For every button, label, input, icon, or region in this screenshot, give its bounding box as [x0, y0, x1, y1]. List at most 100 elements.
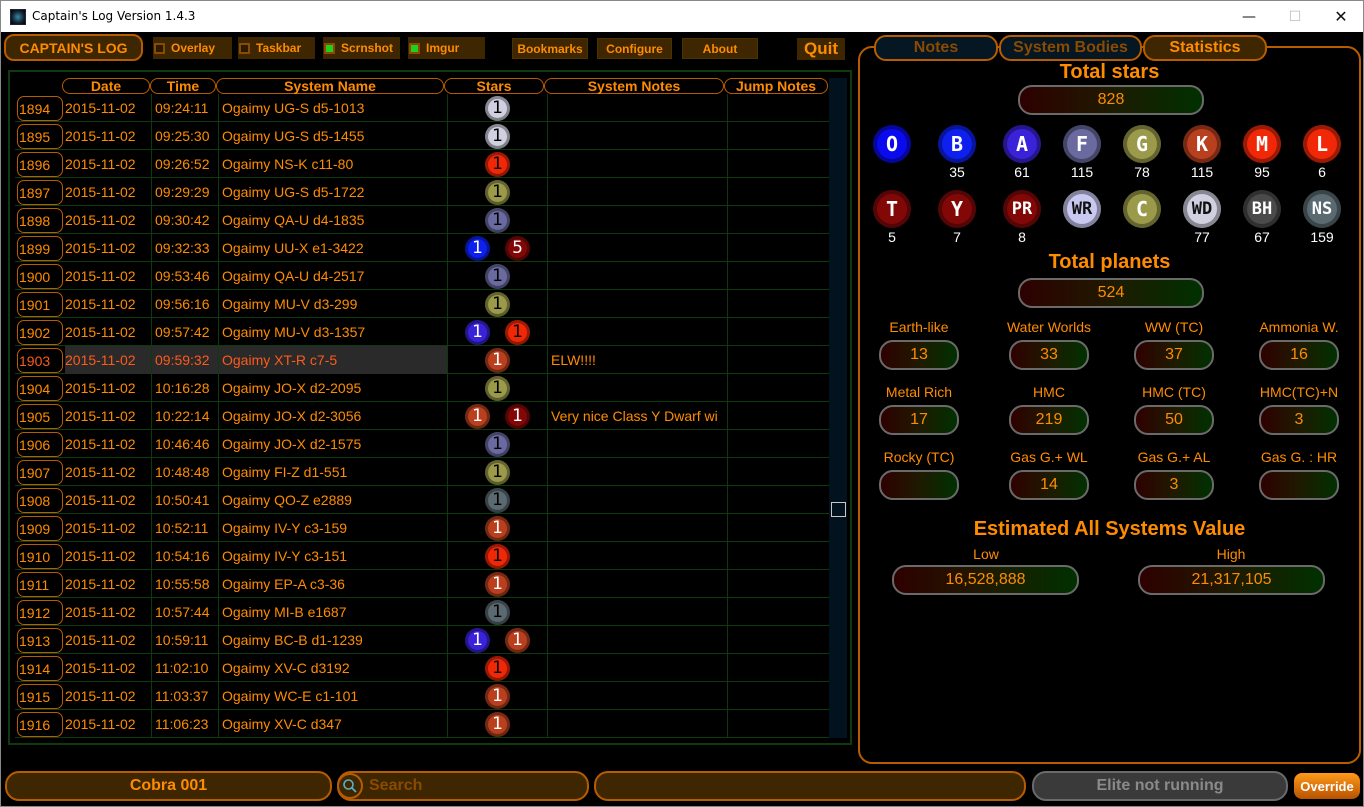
star-class-k-icon: 1: [485, 683, 510, 709]
total-stars-value: 828: [1018, 85, 1204, 115]
row-id: 1905: [17, 404, 63, 429]
checkbox-box[interactable]: [154, 42, 165, 54]
imgur-checkbox[interactable]: Imgur: [408, 37, 485, 59]
planet-type-label: HMC (TC): [1142, 384, 1206, 400]
app-logo-icon: [10, 9, 26, 25]
row-id: 1899: [17, 236, 63, 261]
about-button[interactable]: About: [682, 38, 758, 59]
bookmarks-button[interactable]: Bookmarks: [512, 38, 588, 59]
column-header-stars[interactable]: Stars: [444, 78, 544, 94]
table-row[interactable]: 1901 2015-11-02 09:56:16 Ogaimy MU-V d3-299…: [15, 290, 832, 318]
checkbox-box[interactable]: [409, 42, 420, 54]
column-header-system-notes[interactable]: System Notes: [544, 78, 724, 94]
table-row[interactable]: 1910 2015-11-02 10:54:16 Ogaimy IV-Y c3-151…: [15, 542, 832, 570]
table-row[interactable]: 1912 2015-11-02 10:57:44 Ogaimy MI-B e1687 1: [15, 598, 832, 626]
row-system-notes: [548, 458, 728, 486]
table-row[interactable]: 1894 2015-11-02 09:24:11 Ogaimy UG-S d5-101…: [15, 94, 832, 122]
table-row[interactable]: 1909 2015-11-02 10:52:11 Ogaimy IV-Y c3-159…: [15, 514, 832, 542]
planet-type-value: 3: [1134, 470, 1214, 500]
row-system-name: Ogaimy MI-B e1687: [219, 598, 448, 626]
table-row[interactable]: 1904 2015-11-02 10:16:28 Ogaimy JO-X d2-209…: [15, 374, 832, 402]
checkbox-box[interactable]: [239, 42, 250, 54]
row-system-name: Ogaimy UG-S d5-1013: [219, 94, 448, 122]
star-class-m-icon: 1: [485, 151, 510, 177]
table-row[interactable]: 1896 2015-11-02 09:26:52 Ogaimy NS-K c11-80…: [15, 150, 832, 178]
checkbox-box[interactable]: [324, 42, 335, 54]
row-system-name: Ogaimy JO-X d2-3056: [219, 402, 448, 430]
table-row[interactable]: 1911 2015-11-02 10:55:58 Ogaimy EP-A c3-36 1: [15, 570, 832, 598]
row-system-name: Ogaimy XV-C d3192: [219, 654, 448, 682]
tab-notes[interactable]: Notes: [874, 35, 998, 61]
row-id: 1894: [17, 96, 63, 121]
quit-button[interactable]: Quit: [797, 38, 845, 60]
override-button[interactable]: Override: [1294, 773, 1360, 799]
scrollbar-thumb[interactable]: [831, 502, 846, 517]
total-planets-title: Total planets: [1048, 251, 1171, 273]
window-title: Captain's Log Version 1.4.3: [32, 9, 196, 23]
star-class-m-icon: 1: [485, 655, 510, 681]
overlay-checkbox[interactable]: Overlay: [153, 37, 232, 59]
tab-system-bodies[interactable]: System Bodies: [999, 35, 1142, 61]
close-button[interactable]: ✕: [1318, 1, 1364, 32]
tab-statistics[interactable]: Statistics: [1143, 35, 1267, 61]
table-row[interactable]: 1906 2015-11-02 10:46:46 Ogaimy JO-X d2-157…: [15, 430, 832, 458]
table-row[interactable]: 1915 2015-11-02 11:03:37 Ogaimy WC-E c1-101…: [15, 682, 832, 710]
row-system-name: Ogaimy UU-X e1-3422: [219, 234, 448, 262]
column-header-time[interactable]: Time: [150, 78, 216, 94]
row-system-name: Ogaimy UG-S d5-1722: [219, 178, 448, 206]
maximize-button[interactable]: ☐: [1272, 1, 1318, 32]
ship-selector[interactable]: Cobra 001: [5, 771, 332, 801]
low-value: 16,528,888: [892, 565, 1079, 595]
row-date: 2015-11-02: [65, 262, 152, 290]
table-row[interactable]: 1914 2015-11-02 11:02:10 Ogaimy XV-C d3192 1: [15, 654, 832, 682]
row-jump-notes: [728, 458, 832, 486]
planet-type-label: Earth-like: [889, 319, 949, 335]
column-header-jump-notes[interactable]: Jump Notes: [724, 78, 828, 94]
column-header-system-name[interactable]: System Name: [216, 78, 444, 94]
row-id: 1909: [17, 516, 63, 541]
row-system-notes: [548, 654, 728, 682]
row-jump-notes: [728, 122, 832, 150]
table-row[interactable]: 1913 2015-11-02 10:59:11 Ogaimy BC-B d1-123…: [15, 626, 832, 654]
table-row[interactable]: 1895 2015-11-02 09:25:30 Ogaimy UG-S d5-145…: [15, 122, 832, 150]
table-row[interactable]: 1900 2015-11-02 09:53:46 Ogaimy QA-U d4-251…: [15, 262, 832, 290]
table-row[interactable]: 1902 2015-11-02 09:57:42 Ogaimy MU-V d3-135…: [15, 318, 832, 346]
star-type-count: 67: [1254, 229, 1270, 245]
star-type-count: 35: [949, 164, 965, 180]
row-system-notes: [548, 542, 728, 570]
vertical-scrollbar[interactable]: [829, 78, 847, 738]
table-row[interactable]: 1908 2015-11-02 10:50:41 Ogaimy QO-Z e2889 1: [15, 486, 832, 514]
star-type-m-icon: M: [1243, 125, 1281, 163]
row-date: 2015-11-02: [65, 94, 152, 122]
row-date: 2015-11-02: [65, 626, 152, 654]
screenshot-checkbox[interactable]: Scrnshot: [323, 37, 400, 59]
minimize-button[interactable]: —: [1226, 1, 1272, 32]
table-row[interactable]: 1903 2015-11-02 09:59:32 Ogaimy XT-R c7-5 1 E…: [15, 346, 832, 374]
search-box[interactable]: [337, 771, 589, 801]
table-row[interactable]: 1897 2015-11-02 09:29:29 Ogaimy UG-S d5-172…: [15, 178, 832, 206]
row-time: 11:03:37: [152, 682, 219, 710]
table-row[interactable]: 1898 2015-11-02 09:30:42 Ogaimy QA-U d4-183…: [15, 206, 832, 234]
high-value-label: High: [1216, 546, 1246, 562]
row-stars: 1: [448, 206, 548, 234]
search-icon[interactable]: [337, 773, 363, 799]
star-type-wd-icon: WD: [1183, 190, 1221, 228]
table-row[interactable]: 1916 2015-11-02 11:06:23 Ogaimy XV-C d347 1: [15, 710, 832, 738]
row-id: 1900: [17, 264, 63, 289]
search-input[interactable]: [369, 777, 569, 795]
table-row[interactable]: 1899 2015-11-02 09:32:33 Ogaimy UU-X e1-342…: [15, 234, 832, 262]
table-row[interactable]: 1905 2015-11-02 10:22:14 Ogaimy JO-X d2-305…: [15, 402, 832, 430]
configure-button[interactable]: Configure: [597, 38, 672, 59]
row-date: 2015-11-02: [65, 570, 152, 598]
taskbar-checkbox[interactable]: Taskbar: [238, 37, 315, 59]
captains-log-button[interactable]: CAPTAIN'S LOG: [4, 34, 143, 61]
star-class-ns-icon: 1: [485, 599, 510, 625]
column-header-date[interactable]: Date: [62, 78, 150, 94]
star-class-wd-icon: 1: [485, 123, 510, 149]
star-class-f-icon: 1: [485, 207, 510, 233]
star-class-k-icon: 1: [485, 571, 510, 597]
row-time: 10:55:58: [152, 570, 219, 598]
table-row[interactable]: 1907 2015-11-02 10:48:48 Ogaimy FI-Z d1-551…: [15, 458, 832, 486]
star-class-wd-icon: 1: [485, 95, 510, 121]
row-time: 10:52:11: [152, 514, 219, 542]
